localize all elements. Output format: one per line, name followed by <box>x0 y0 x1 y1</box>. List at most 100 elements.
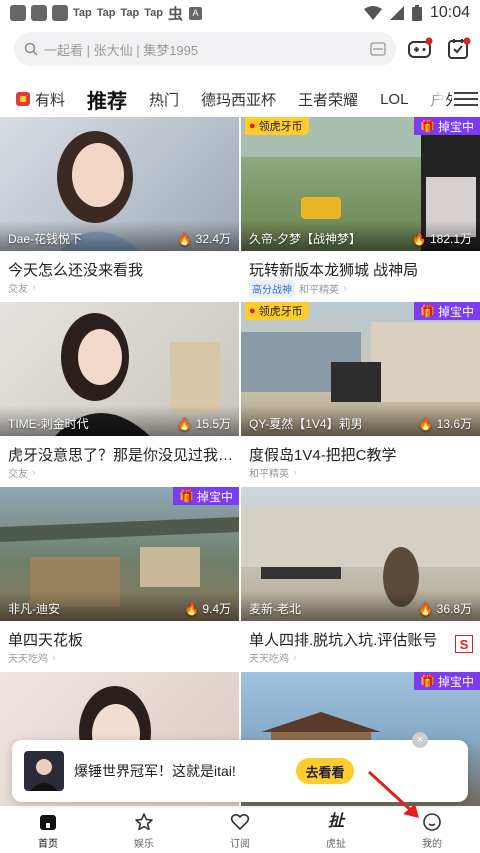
nav-subscribe[interactable]: 订阅 <box>192 808 288 853</box>
tap-notification: Tap <box>73 7 92 19</box>
stream-title: 度假岛1V4-把把C教学 <box>249 447 397 464</box>
profile-icon <box>423 812 441 831</box>
gift-icon: 🎁 <box>420 119 435 133</box>
huche-icon: 扯 <box>327 812 344 830</box>
stream-card[interactable]: 麦新-老北 🔥 36.8万 单人四排.脱坑入坑.评估账号 天天吃鸡 › S <box>241 487 480 671</box>
streamer-name: 久帝-夕梦【战神梦】 <box>249 232 361 246</box>
home-icon <box>40 814 56 830</box>
chevron-right-icon: › <box>293 466 297 479</box>
bottom-nav: 首页 娱乐 订阅 扯 虎扯 我的 <box>0 808 480 853</box>
streamer-name: 麦新-老北 <box>249 602 301 616</box>
gift-icon: 🎁 <box>179 489 194 503</box>
nav-mine[interactable]: 我的 <box>384 808 480 853</box>
notification-icon <box>10 5 26 21</box>
tab-lol[interactable]: LOL <box>380 91 408 108</box>
search-placeholder: 一起看 | 张大仙 | 集梦1995 <box>44 42 199 58</box>
stream-thumbnail: 🎁 掉宝中 非凡-迪安 🔥 9.4万 <box>0 487 239 621</box>
streamer-name: 非凡-迪安 <box>8 602 60 616</box>
view-count: 🔥 32.4万 <box>177 232 231 246</box>
tap-notification: Tap <box>120 7 140 19</box>
game-center-icon[interactable] <box>407 36 433 62</box>
a-notification-icon: A <box>189 6 203 20</box>
drop-tag: 🎁 掉宝中 <box>414 672 480 690</box>
drop-tag: 🎁 掉宝中 <box>173 487 239 505</box>
tab-label: 有料 <box>35 91 66 109</box>
notification-icon <box>31 5 47 21</box>
stream-card[interactable]: ● 领虎牙币 🎁 掉宝中 久帝-夕梦【战神梦】 🔥 182.1万 玩转新版本龙狮城 … <box>241 117 480 301</box>
chevron-right-icon: › <box>32 466 36 479</box>
nav-label: 首页 <box>38 838 58 850</box>
tab-honor-of-kings[interactable]: 王者荣耀 <box>298 89 358 110</box>
search-input[interactable]: 一起看 | 张大仙 | 集梦1995 <box>14 32 396 66</box>
gift-icon: 🎁 <box>420 674 435 688</box>
huya-coin-tag: ● 领虎牙币 <box>245 117 309 135</box>
heart-icon <box>230 813 250 830</box>
chevron-right-icon: › <box>343 282 347 295</box>
stream-title: 虎牙没意思了？那是你没见过我这... <box>8 447 234 464</box>
stream-thumbnail: 麦新-老北 🔥 36.8万 <box>241 487 480 621</box>
gift-icon: 🎁 <box>420 304 435 318</box>
nav-label: 我的 <box>422 838 442 850</box>
stream-title: 单人四排.脱坑入坑.评估账号 <box>249 632 438 649</box>
tab-hot[interactable]: 热门 <box>149 89 179 110</box>
promo-watch-button[interactable]: 去看看 <box>296 758 354 784</box>
tab-youliao[interactable]: 有料 <box>16 89 65 110</box>
nav-label: 娱乐 <box>134 838 154 850</box>
menu-icon[interactable] <box>452 88 480 110</box>
star-icon <box>135 812 153 830</box>
rank-badge: 高分战神 <box>249 280 295 297</box>
stream-thumbnail: Dae-花钱悦下 🔥 32.4万 <box>0 117 239 251</box>
category-tabs: 有料 推荐 热门 德玛西亚杯 王者荣耀 LOL 户外 <box>0 80 480 118</box>
stream-card[interactable]: ● 领虎牙币 🎁 掉宝中 QY-夏然【1V4】莉男 🔥 13.6万 度假岛1V4-把… <box>241 302 480 486</box>
tap-notification: Tap <box>96 7 116 19</box>
stream-title: 单四天花板 <box>8 632 84 649</box>
app-notification-icon: 虫 <box>168 5 184 23</box>
category-label: 和平精英 <box>299 285 339 296</box>
huya-coin-tag: ● 领虎牙币 <box>245 302 309 320</box>
close-icon[interactable]: × <box>412 732 428 748</box>
stream-card[interactable]: 🎁 掉宝中 非凡-迪安 🔥 9.4万 单四天花板 天天吃鸡 › <box>0 487 239 671</box>
category-label: 和平精英 <box>249 469 289 480</box>
tab-recommend[interactable]: 推荐 <box>87 85 127 114</box>
view-count: 🔥 15.5万 <box>177 417 231 431</box>
battery-icon <box>411 5 422 21</box>
promo-message: 爆锤世界冠军！这就是itai! <box>74 763 236 779</box>
chevron-right-icon: › <box>52 651 56 664</box>
scan-icon[interactable] <box>370 42 386 56</box>
streamer-name: TIME-刺金时代 <box>8 417 89 431</box>
signal-icon <box>389 6 404 20</box>
drop-tag: 🎁 掉宝中 <box>414 302 480 320</box>
stream-meta: 高分战神 和平精英 › <box>249 280 347 297</box>
stream-meta: 和平精英 › <box>249 465 297 481</box>
nav-label: 虎扯 <box>326 838 346 850</box>
category-label: 天天吃鸡 <box>249 654 289 665</box>
view-count: 🔥 13.6万 <box>418 417 472 431</box>
stream-title: 今天怎么还没来看我 <box>8 262 144 279</box>
clock: 10:04 <box>429 4 470 21</box>
stream-thumbnail: TIME-刺金时代 🔥 15.5万 <box>0 302 239 436</box>
stream-meta: 天天吃鸡 › <box>249 650 297 666</box>
tabs-fade <box>422 80 446 118</box>
promo-popup[interactable]: 爆锤世界冠军！这就是itai! 去看看 × <box>12 732 468 802</box>
stream-meta: 交友 › <box>8 280 36 296</box>
tab-demacia-cup[interactable]: 德玛西亚杯 <box>201 89 276 110</box>
nav-label: 订阅 <box>230 838 250 850</box>
status-bar: Tap Tap Tap Tap 虫 A 10:04 <box>0 0 480 26</box>
drop-tag: 🎁 掉宝中 <box>414 117 480 135</box>
view-count: 🔥 9.4万 <box>184 602 231 616</box>
stream-thumbnail: ● 领虎牙币 🎁 掉宝中 QY-夏然【1V4】莉男 🔥 13.6万 <box>241 302 480 436</box>
stream-meta: 交友 › <box>8 465 36 481</box>
promo-avatar <box>24 751 64 791</box>
stream-meta: 天天吃鸡 › <box>8 650 56 666</box>
search-header: 一起看 | 张大仙 | 集梦1995 <box>0 30 480 68</box>
history-icon[interactable] <box>446 36 472 62</box>
nav-home[interactable]: 首页 <box>0 808 96 853</box>
notification-icon <box>52 5 68 21</box>
nav-huche[interactable]: 扯 虎扯 <box>288 808 384 853</box>
stream-thumbnail: ● 领虎牙币 🎁 掉宝中 久帝-夕梦【战神梦】 🔥 182.1万 <box>241 117 480 251</box>
category-label: 交友 <box>8 469 28 480</box>
stream-card[interactable]: Dae-花钱悦下 🔥 32.4万 今天怎么还没来看我 交友 › <box>0 117 239 301</box>
nav-entertainment[interactable]: 娱乐 <box>96 808 192 853</box>
search-icon <box>24 42 38 56</box>
stream-card[interactable]: TIME-刺金时代 🔥 15.5万 虎牙没意思了？那是你没见过我这... 交友 … <box>0 302 239 486</box>
